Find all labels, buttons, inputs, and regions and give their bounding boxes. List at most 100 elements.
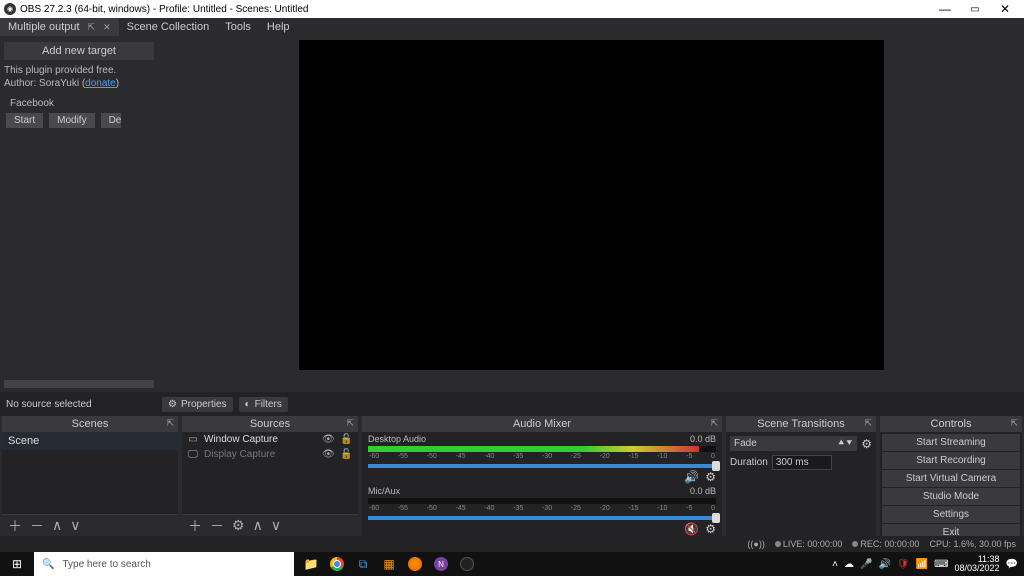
mute-icon[interactable]: 🔇 (684, 522, 699, 536)
taskbar-firefox-icon[interactable] (404, 554, 426, 574)
popout-icon[interactable]: ⇱ (346, 418, 354, 429)
main-area: Add new target This plugin provided free… (0, 36, 1024, 392)
popout-icon[interactable]: ⇱ (864, 418, 872, 429)
source-item[interactable]: 🖵 Display Capture 👁 🔓 (182, 447, 358, 462)
lock-toggle-icon[interactable]: 🔓 (340, 434, 354, 445)
audio-mixer-dock: Audio Mixer⇱ Desktop Audio0.0 dB-60-55-5… (362, 416, 722, 536)
preview-canvas[interactable] (299, 40, 884, 370)
live-status: LIVE: 00:00:00 (783, 539, 843, 549)
cpu-status: CPU: 1.6%, 30.00 fps (929, 539, 1016, 549)
window-minimize-button[interactable] (930, 2, 960, 16)
popout-icon[interactable]: ⇱ (166, 418, 174, 429)
controls-dock: Controls⇱ Start StreamingStart Recording… (880, 416, 1022, 536)
control-button-exit[interactable]: Exit (882, 524, 1020, 536)
status-bar: ((●)) LIVE: 00:00:00 REC: 00:00:00 CPU: … (0, 536, 1024, 552)
add-new-target-button[interactable]: Add new target (4, 42, 154, 60)
obs-icon: ◉ (4, 3, 16, 15)
taskbar-search[interactable]: 🔍 Type here to search (34, 552, 294, 576)
channel-name: Mic/Aux (368, 486, 400, 496)
control-button-start-streaming[interactable]: Start Streaming (882, 434, 1020, 451)
source-settings-button[interactable]: ⚙ (232, 517, 245, 534)
filters-button[interactable]: ◐Filters (239, 397, 288, 412)
mixer-channel: Mic/Aux0.0 dB-60-55-50-45-40-35-30-25-20… (362, 484, 722, 536)
channel-db: 0.0 dB (690, 434, 716, 444)
scene-item[interactable]: Scene (2, 432, 178, 450)
speaker-icon[interactable]: 🔊 (684, 470, 699, 484)
window-titlebar: ◉ OBS 27.2.3 (64-bit, windows) - Profile… (0, 0, 1024, 18)
properties-button[interactable]: ⚙Properties (162, 397, 233, 412)
window-maximize-button[interactable] (960, 4, 990, 15)
channel-settings-button[interactable]: ⚙ (705, 522, 716, 536)
source-remove-button[interactable]: － (210, 516, 224, 536)
multiple-output-tab[interactable]: Multiple output ⇱ ✕ (0, 18, 119, 36)
mixer-channel: Desktop Audio0.0 dB-60-55-50-45-40-35-30… (362, 432, 722, 484)
window-close-button[interactable] (990, 2, 1020, 16)
taskbar-sublime-icon[interactable]: ▦ (378, 554, 400, 574)
taskbar-clock[interactable]: 11:38 08/03/2022 (955, 555, 1000, 573)
source-add-button[interactable]: ＋ (188, 516, 202, 536)
taskbar-vscode-icon[interactable]: ⧉ (352, 554, 374, 574)
visibility-toggle-icon[interactable]: 👁 (322, 449, 336, 460)
panel-scrollbar[interactable] (4, 380, 154, 388)
source-name: Display Capture (204, 449, 318, 460)
taskbar-obs-icon[interactable] (456, 554, 478, 574)
tray-volume-icon[interactable]: 🔊 (878, 559, 890, 570)
channel-db: 0.0 dB (690, 486, 716, 496)
audio-meter (368, 446, 716, 452)
duration-label: Duration (730, 457, 768, 468)
tray-mic-icon[interactable]: 🎤 (860, 559, 872, 570)
scene-down-button[interactable]: ∨ (70, 517, 80, 534)
fb-modify-button[interactable]: Modify (49, 113, 94, 128)
control-button-start-recording[interactable]: Start Recording (882, 452, 1020, 469)
tray-notifications-icon[interactable]: 💬 (1006, 559, 1018, 570)
volume-slider[interactable] (368, 516, 716, 520)
sources-title: Sources (250, 418, 290, 430)
source-type-icon: 🖵 (186, 449, 200, 460)
transition-select[interactable]: Fade⯅⯆ (730, 436, 857, 451)
fb-delete-button[interactable]: De (101, 113, 121, 128)
search-icon: 🔍 (42, 559, 54, 570)
duration-input[interactable] (772, 455, 832, 470)
transition-settings-button[interactable]: ⚙ (861, 437, 872, 451)
search-placeholder: Type here to search (62, 559, 150, 570)
source-item[interactable]: ▭Window Capture👁🔓 (182, 432, 358, 447)
lock-toggle-icon[interactable]: 🔓 (340, 449, 354, 460)
source-down-button[interactable]: ∨ (271, 517, 281, 534)
sources-dock: Sources⇱ ▭Window Capture👁🔓🖵Display Captu… (182, 416, 358, 536)
control-button-start-virtual-camera[interactable]: Start Virtual Camera (882, 470, 1020, 487)
tray-wifi-icon[interactable]: 📶 (916, 559, 928, 570)
menu-scene-collection[interactable]: Scene Collection (119, 18, 218, 36)
menu-tools[interactable]: Tools (217, 18, 259, 36)
taskbar-explorer-icon[interactable]: 📁 (300, 554, 322, 574)
start-button[interactable]: ⊞ (0, 557, 34, 571)
docks-row: Scenes⇱ Scene ＋ － ∧ ∨ Sources⇱ ▭Window C… (0, 416, 1024, 536)
control-button-studio-mode[interactable]: Studio Mode (882, 488, 1020, 505)
scene-add-button[interactable]: ＋ (8, 516, 22, 536)
visibility-toggle-icon[interactable]: 👁 (322, 434, 336, 445)
source-name: Window Capture (204, 434, 318, 445)
scene-remove-button[interactable]: － (30, 516, 44, 536)
popout-icon[interactable]: ⇱ (1010, 418, 1018, 429)
tray-security-icon[interactable]: 🛡 (897, 559, 910, 570)
multiple-output-panel: Add new target This plugin provided free… (0, 36, 158, 392)
menu-help[interactable]: Help (259, 18, 298, 36)
pin-icon[interactable]: ⇱ (88, 22, 96, 33)
fb-start-button[interactable]: Start (6, 113, 43, 128)
volume-slider[interactable] (368, 464, 716, 468)
scene-up-button[interactable]: ∧ (52, 517, 62, 534)
scenes-title: Scenes (72, 418, 109, 430)
gear-icon: ⚙ (168, 399, 177, 410)
popout-icon[interactable]: ⇱ (710, 418, 718, 429)
source-up-button[interactable]: ∧ (253, 517, 263, 534)
taskbar-app-icon[interactable]: N (430, 554, 452, 574)
taskbar-chrome-icon[interactable] (326, 554, 348, 574)
audio-meter (368, 498, 716, 504)
tray-cloud-icon[interactable]: ☁ (844, 559, 854, 570)
tray-language-icon[interactable]: ⌨ (934, 559, 948, 570)
channel-settings-button[interactable]: ⚙ (705, 470, 716, 484)
filters-icon: ◐ (245, 399, 251, 410)
control-button-settings[interactable]: Settings (882, 506, 1020, 523)
tray-chevron-up-icon[interactable]: ˄ (832, 559, 838, 570)
donate-link[interactable]: donate (85, 78, 116, 89)
close-icon[interactable]: ✕ (103, 22, 111, 33)
